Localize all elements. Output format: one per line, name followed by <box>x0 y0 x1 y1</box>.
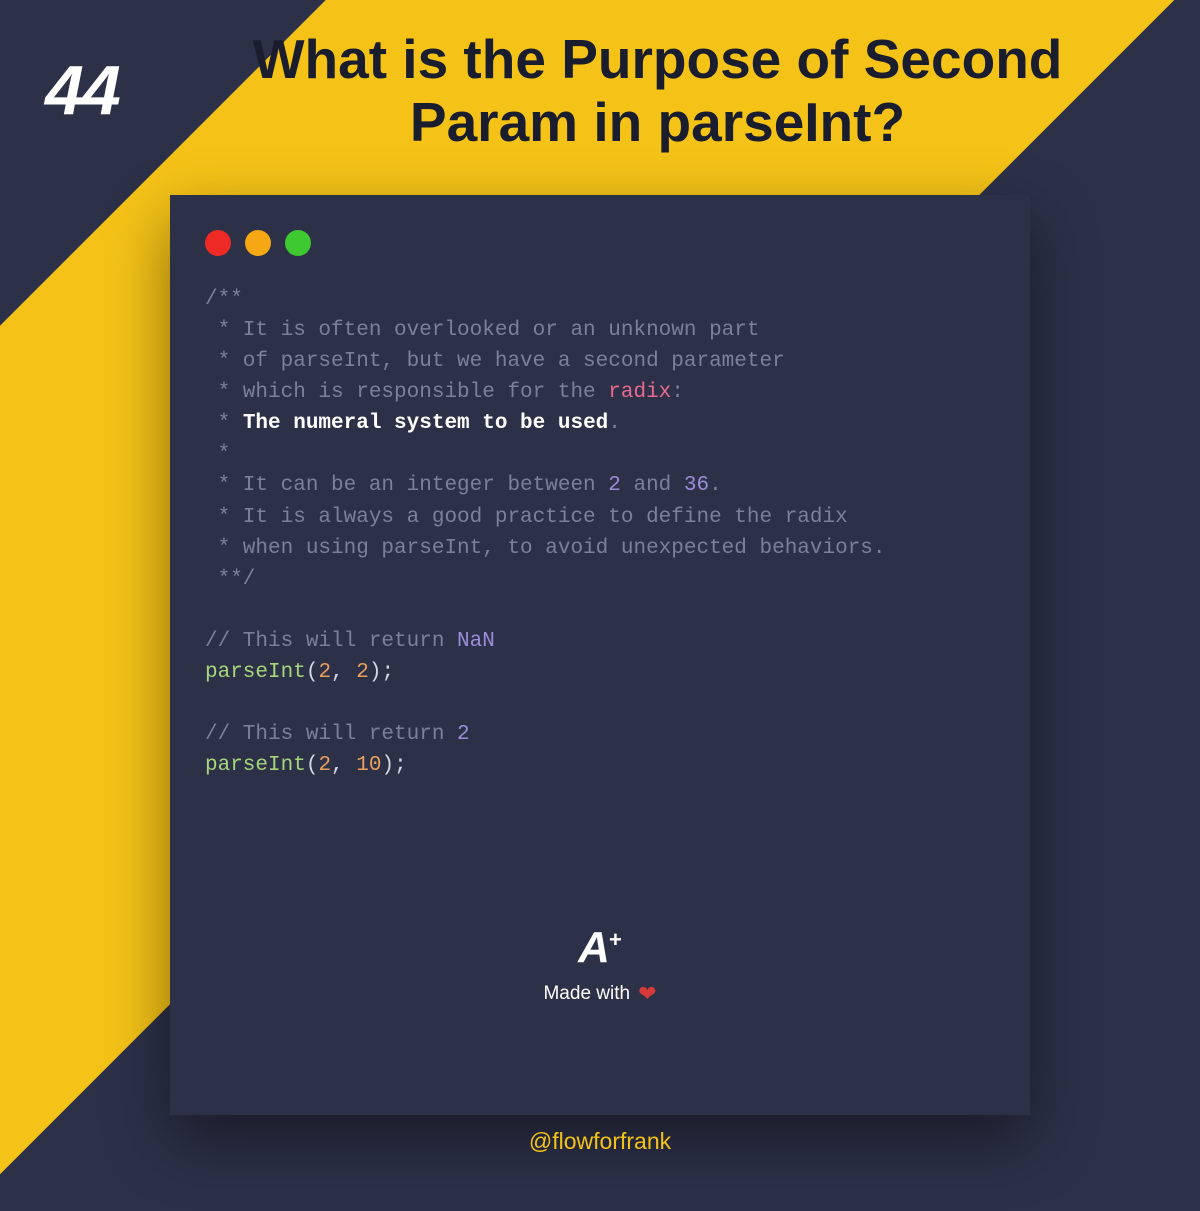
code-line: * which is responsible for the <box>205 381 608 404</box>
code-line: * It is always a good practice to define… <box>205 506 848 529</box>
code-line: * <box>205 443 230 466</box>
code-line: **/ <box>205 568 255 591</box>
code-number: 10 <box>356 754 381 777</box>
logo-plus: + <box>609 927 622 953</box>
code-number: 2 <box>318 661 331 684</box>
code-number: 2 <box>318 754 331 777</box>
code-paren: ( <box>306 661 319 684</box>
code-text: and <box>621 474 684 497</box>
close-dot-icon <box>205 230 231 256</box>
code-block: /** * It is often overlooked or an unkno… <box>205 284 995 781</box>
code-paren: ); <box>369 661 394 684</box>
code-comma: , <box>331 754 356 777</box>
slide-number: 44 <box>45 50 119 130</box>
code-value: NaN <box>457 630 495 653</box>
code-panel: /** * It is often overlooked or an unkno… <box>170 195 1030 1115</box>
code-line: /** <box>205 288 243 311</box>
code-paren: ); <box>381 754 406 777</box>
footer-logo-block: A + Made with ❤ <box>543 923 656 1007</box>
code-function: parseInt <box>205 661 306 684</box>
window-traffic-dots <box>205 230 995 256</box>
code-line: * It is often overlooked or an unknown p… <box>205 319 760 342</box>
code-number: 36 <box>684 474 709 497</box>
code-number: 2 <box>608 474 621 497</box>
code-line: * of parseInt, but we have a second para… <box>205 350 785 373</box>
code-comment: // This will return <box>205 630 457 653</box>
code-line: * <box>205 412 243 435</box>
code-text: . <box>709 474 722 497</box>
heart-icon: ❤ <box>638 981 656 1007</box>
code-keyword: radix <box>608 381 671 404</box>
slide-title: What is the Purpose of Second Param in p… <box>215 28 1100 155</box>
code-text: : <box>671 381 684 404</box>
made-with-label: Made with <box>543 983 630 1005</box>
a-plus-icon: A + <box>578 923 622 973</box>
code-emphasis: The numeral system to be used <box>243 412 608 435</box>
code-comma: , <box>331 661 356 684</box>
code-line: * when using parseInt, to avoid unexpect… <box>205 537 886 560</box>
minimize-dot-icon <box>245 230 271 256</box>
code-paren: ( <box>306 754 319 777</box>
code-function: parseInt <box>205 754 306 777</box>
maximize-dot-icon <box>285 230 311 256</box>
code-comment: // This will return <box>205 723 457 746</box>
social-handle: @flowforfrank <box>529 1128 671 1155</box>
code-text: . <box>608 412 621 435</box>
code-line: * It can be an integer between <box>205 474 608 497</box>
code-value: 2 <box>457 723 470 746</box>
logo-letter: A <box>578 923 607 973</box>
code-number: 2 <box>356 661 369 684</box>
made-with-text: Made with ❤ <box>543 981 656 1007</box>
